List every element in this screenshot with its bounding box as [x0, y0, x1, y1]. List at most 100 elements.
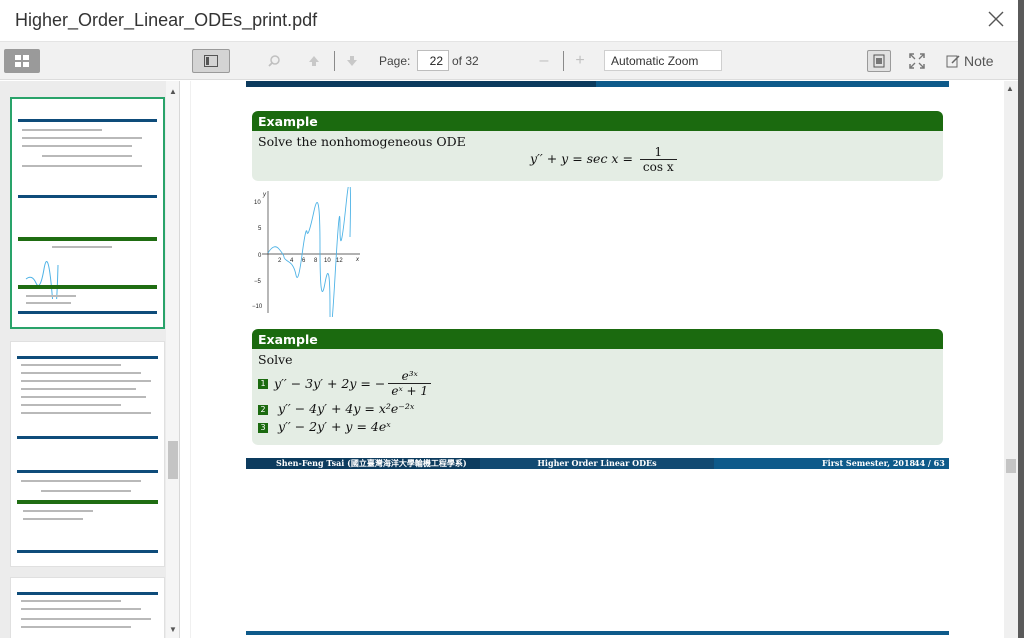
page-label: Page:	[379, 54, 411, 68]
thumbnails-grid-button[interactable]	[4, 49, 40, 73]
item-number: 1	[258, 378, 268, 389]
item-equation: y′′ − 2y′ + y = 4eˣ	[277, 419, 391, 434]
scroll-up-arrow-icon[interactable]: ▲	[168, 87, 178, 97]
note-edit-icon	[946, 55, 960, 68]
page-thumbnail[interactable]	[10, 341, 165, 567]
thumbnail-text-line	[21, 600, 121, 602]
sidebar-toggle-icon	[204, 55, 218, 67]
page-thumbnail[interactable]	[10, 577, 165, 638]
thumbnail-text-line	[52, 246, 112, 248]
title-bar: Higher_Order_Linear_ODEs_print.pdf	[0, 0, 1024, 42]
zoom-out-button[interactable]: –	[534, 50, 554, 72]
document-scrollbar[interactable]: ▲	[1004, 81, 1018, 638]
toolbar-separator	[563, 51, 564, 71]
arrow-up-icon	[309, 56, 319, 66]
presentation-mode-button[interactable]	[867, 50, 891, 72]
footer-author: Shen-Feng Tsai (國立臺灣海洋大學輪機工程學系)	[246, 458, 480, 469]
search-button[interactable]	[262, 50, 286, 72]
x-tick-label: 12	[336, 258, 343, 264]
thumbnail-text-line	[22, 165, 142, 167]
close-icon[interactable]	[986, 9, 1006, 29]
note-label: Note	[964, 53, 994, 69]
thumbnail-text-line	[21, 412, 151, 414]
zoom-select[interactable]: Automatic Zoom	[604, 50, 722, 71]
thumbnail-text-line	[42, 155, 132, 157]
thumbnail-example-bar	[18, 237, 157, 241]
equation: y′′ + y = sec x = 1 cos x	[530, 145, 680, 174]
x-tick-label: 2	[278, 258, 282, 264]
arrow-down-icon	[347, 56, 357, 66]
thumbnail-text-line	[21, 364, 121, 366]
window-edge	[1018, 0, 1024, 638]
fraction-numerator: e³ˣ	[401, 369, 418, 383]
sidebar-scrollbar-thumb[interactable]	[168, 441, 178, 479]
thumbnail-text-line	[21, 626, 131, 628]
exercise-item: 3 y′′ − 2y′ + y = 4eˣ	[258, 419, 937, 434]
plot-x-label: x	[355, 257, 360, 263]
previous-page-button[interactable]	[302, 50, 326, 72]
y-tick-label: 0	[258, 253, 262, 259]
next-page-button[interactable]	[340, 50, 364, 72]
fraction-numerator: 1	[654, 145, 663, 159]
thumbnail-text-line	[23, 518, 83, 520]
thumbnail-footer-bar	[17, 436, 158, 439]
item-number: 2	[258, 404, 268, 415]
scroll-up-arrow-icon[interactable]: ▲	[1006, 84, 1014, 93]
note-button[interactable]: Note	[946, 50, 998, 72]
scroll-down-arrow-icon[interactable]: ▼	[168, 625, 178, 635]
thumbnail-text-line	[21, 404, 121, 406]
footer-course: Higher Order Linear ODEs	[480, 458, 714, 469]
sidebar-toggle-button[interactable]	[192, 49, 230, 73]
item-number: 3	[258, 422, 268, 433]
zoom-in-button[interactable]: +	[570, 50, 590, 72]
thumbnail-footer-bar	[18, 195, 157, 198]
exercise-item: 1 y′′ − 3y′ + 2y = − e³ˣ eˣ + 1	[258, 369, 937, 398]
thumbnail-text-line	[21, 480, 141, 482]
thumbnail-text-line	[26, 302, 71, 304]
fullscreen-button[interactable]	[906, 50, 928, 72]
y-tick-label: 5	[258, 226, 262, 232]
plot-y-label: y	[262, 192, 267, 198]
toolbar-separator	[334, 51, 335, 71]
page-thumbnail[interactable]	[10, 97, 165, 329]
thumbnail-text-line	[21, 388, 136, 390]
thumbnail-footer-bar	[18, 311, 157, 314]
thumbnail-text-line	[22, 145, 132, 147]
pdf-page: Example Solve the nonhomogeneous ODE y′′…	[190, 81, 990, 638]
y-tick-label: −10	[252, 304, 263, 310]
fullscreen-icon	[909, 53, 925, 69]
y-tick-label: −5	[254, 279, 262, 285]
thumbnails-grid-icon	[15, 55, 29, 67]
thumbnail-footer-bar	[17, 550, 158, 553]
document-scrollbar-thumb[interactable]	[1006, 459, 1016, 473]
document-title: Higher_Order_Linear_ODEs_print.pdf	[15, 10, 318, 30]
example-block: Example Solve the nonhomogeneous ODE y′′…	[252, 111, 943, 181]
page-number-input[interactable]	[417, 50, 449, 71]
thumbnail-plot	[25, 261, 59, 299]
equation-fraction: e³ˣ eˣ + 1	[388, 369, 432, 398]
example-body: Solve the nonhomogeneous ODE y′′ + y = s…	[252, 131, 943, 174]
item-equation: y′′ − 3y′ + 2y = −	[274, 376, 386, 391]
equation-lhs: y′′ + y = sec x =	[530, 151, 633, 166]
example-block: Example Solve 1 y′′ − 3y′ + 2y = − e³ˣ e…	[252, 329, 943, 445]
example-body: Solve 1 y′′ − 3y′ + 2y = − e³ˣ eˣ + 1 2 …	[252, 349, 943, 437]
slide-footer: Shen-Feng Tsai (國立臺灣海洋大學輪機工程學系) Higher O…	[246, 458, 949, 469]
viewer-toolbar: Page: of 32 – + Automatic Zoom Note	[0, 42, 1018, 80]
thumbnail-header-bar	[18, 119, 157, 122]
y-tick-label: 10	[254, 200, 261, 206]
solution-plot: y x 10 5 0 −5 −10 2 4 6 8 10 12	[252, 187, 360, 317]
thumbnail-header-bar	[17, 356, 158, 359]
item-equation: y′′ − 4y′ + 4y = x²e⁻²ˣ	[277, 401, 415, 416]
page-count: of 32	[452, 54, 479, 68]
exercise-item: 2 y′′ − 4y′ + 4y = x²e⁻²ˣ	[258, 401, 937, 416]
thumbnail-text-line	[22, 129, 102, 131]
sidebar-scrollbar[interactable]	[166, 81, 179, 638]
presentation-icon	[873, 54, 885, 68]
thumbnail-header-bar	[17, 470, 158, 473]
x-tick-label: 6	[302, 258, 306, 264]
thumbnail-text-line	[21, 396, 146, 398]
equation-fraction: 1 cos x	[639, 145, 677, 174]
thumbnail-text-line	[21, 380, 151, 382]
search-icon	[268, 55, 280, 67]
slide-top-strip	[246, 81, 949, 87]
